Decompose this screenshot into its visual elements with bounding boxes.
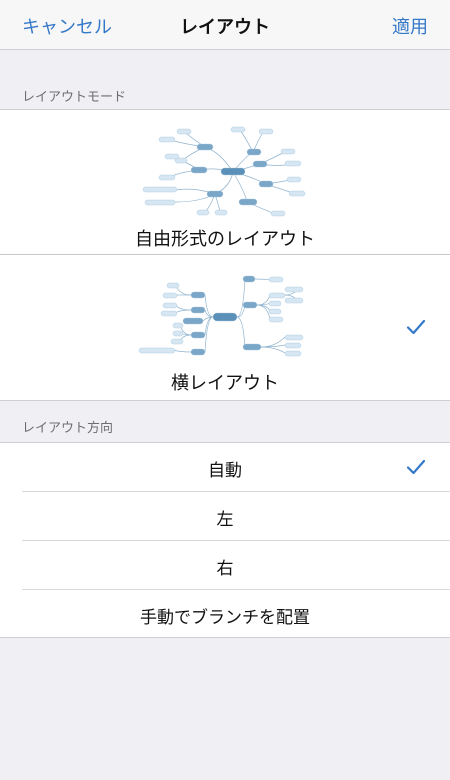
layout-direction-group: 自動 左 右 手動でブランチを配置 bbox=[0, 442, 450, 638]
direction-option-label: 自動 bbox=[208, 461, 242, 481]
navigation-bar: キャンセル レイアウト 適用 bbox=[0, 0, 450, 50]
freeform-mindmap-thumbnail bbox=[142, 126, 306, 217]
horizontal-mindmap-thumbnail bbox=[138, 275, 304, 357]
direction-option-left[interactable]: 左 bbox=[0, 492, 450, 540]
section-header-layout-mode: レイアウトモード bbox=[22, 90, 127, 105]
layout-option-label: 横レイアウト bbox=[171, 373, 279, 394]
direction-option-label: 手動でブランチを配置 bbox=[140, 608, 310, 628]
direction-option-auto[interactable]: 自動 bbox=[0, 443, 450, 491]
layout-option-freeform[interactable]: 自由形式のレイアウト bbox=[0, 110, 450, 254]
checkmark-icon bbox=[406, 319, 426, 335]
direction-option-label: 右 bbox=[216, 559, 234, 579]
page-title: レイアウト bbox=[180, 17, 270, 38]
layout-option-label: 自由形式のレイアウト bbox=[135, 229, 315, 250]
direction-option-manual[interactable]: 手動でブランチを配置 bbox=[0, 590, 450, 638]
direction-option-right[interactable]: 右 bbox=[0, 541, 450, 589]
section-header-layout-direction: レイアウト方向 bbox=[22, 421, 114, 436]
apply-button[interactable]: 適用 bbox=[392, 13, 428, 39]
layout-mode-group: 自由形式のレイアウト 横レイアウト bbox=[0, 109, 450, 401]
checkmark-icon bbox=[406, 459, 426, 475]
direction-option-label: 左 bbox=[216, 510, 234, 530]
layout-option-horizontal[interactable]: 横レイアウト bbox=[0, 255, 450, 400]
